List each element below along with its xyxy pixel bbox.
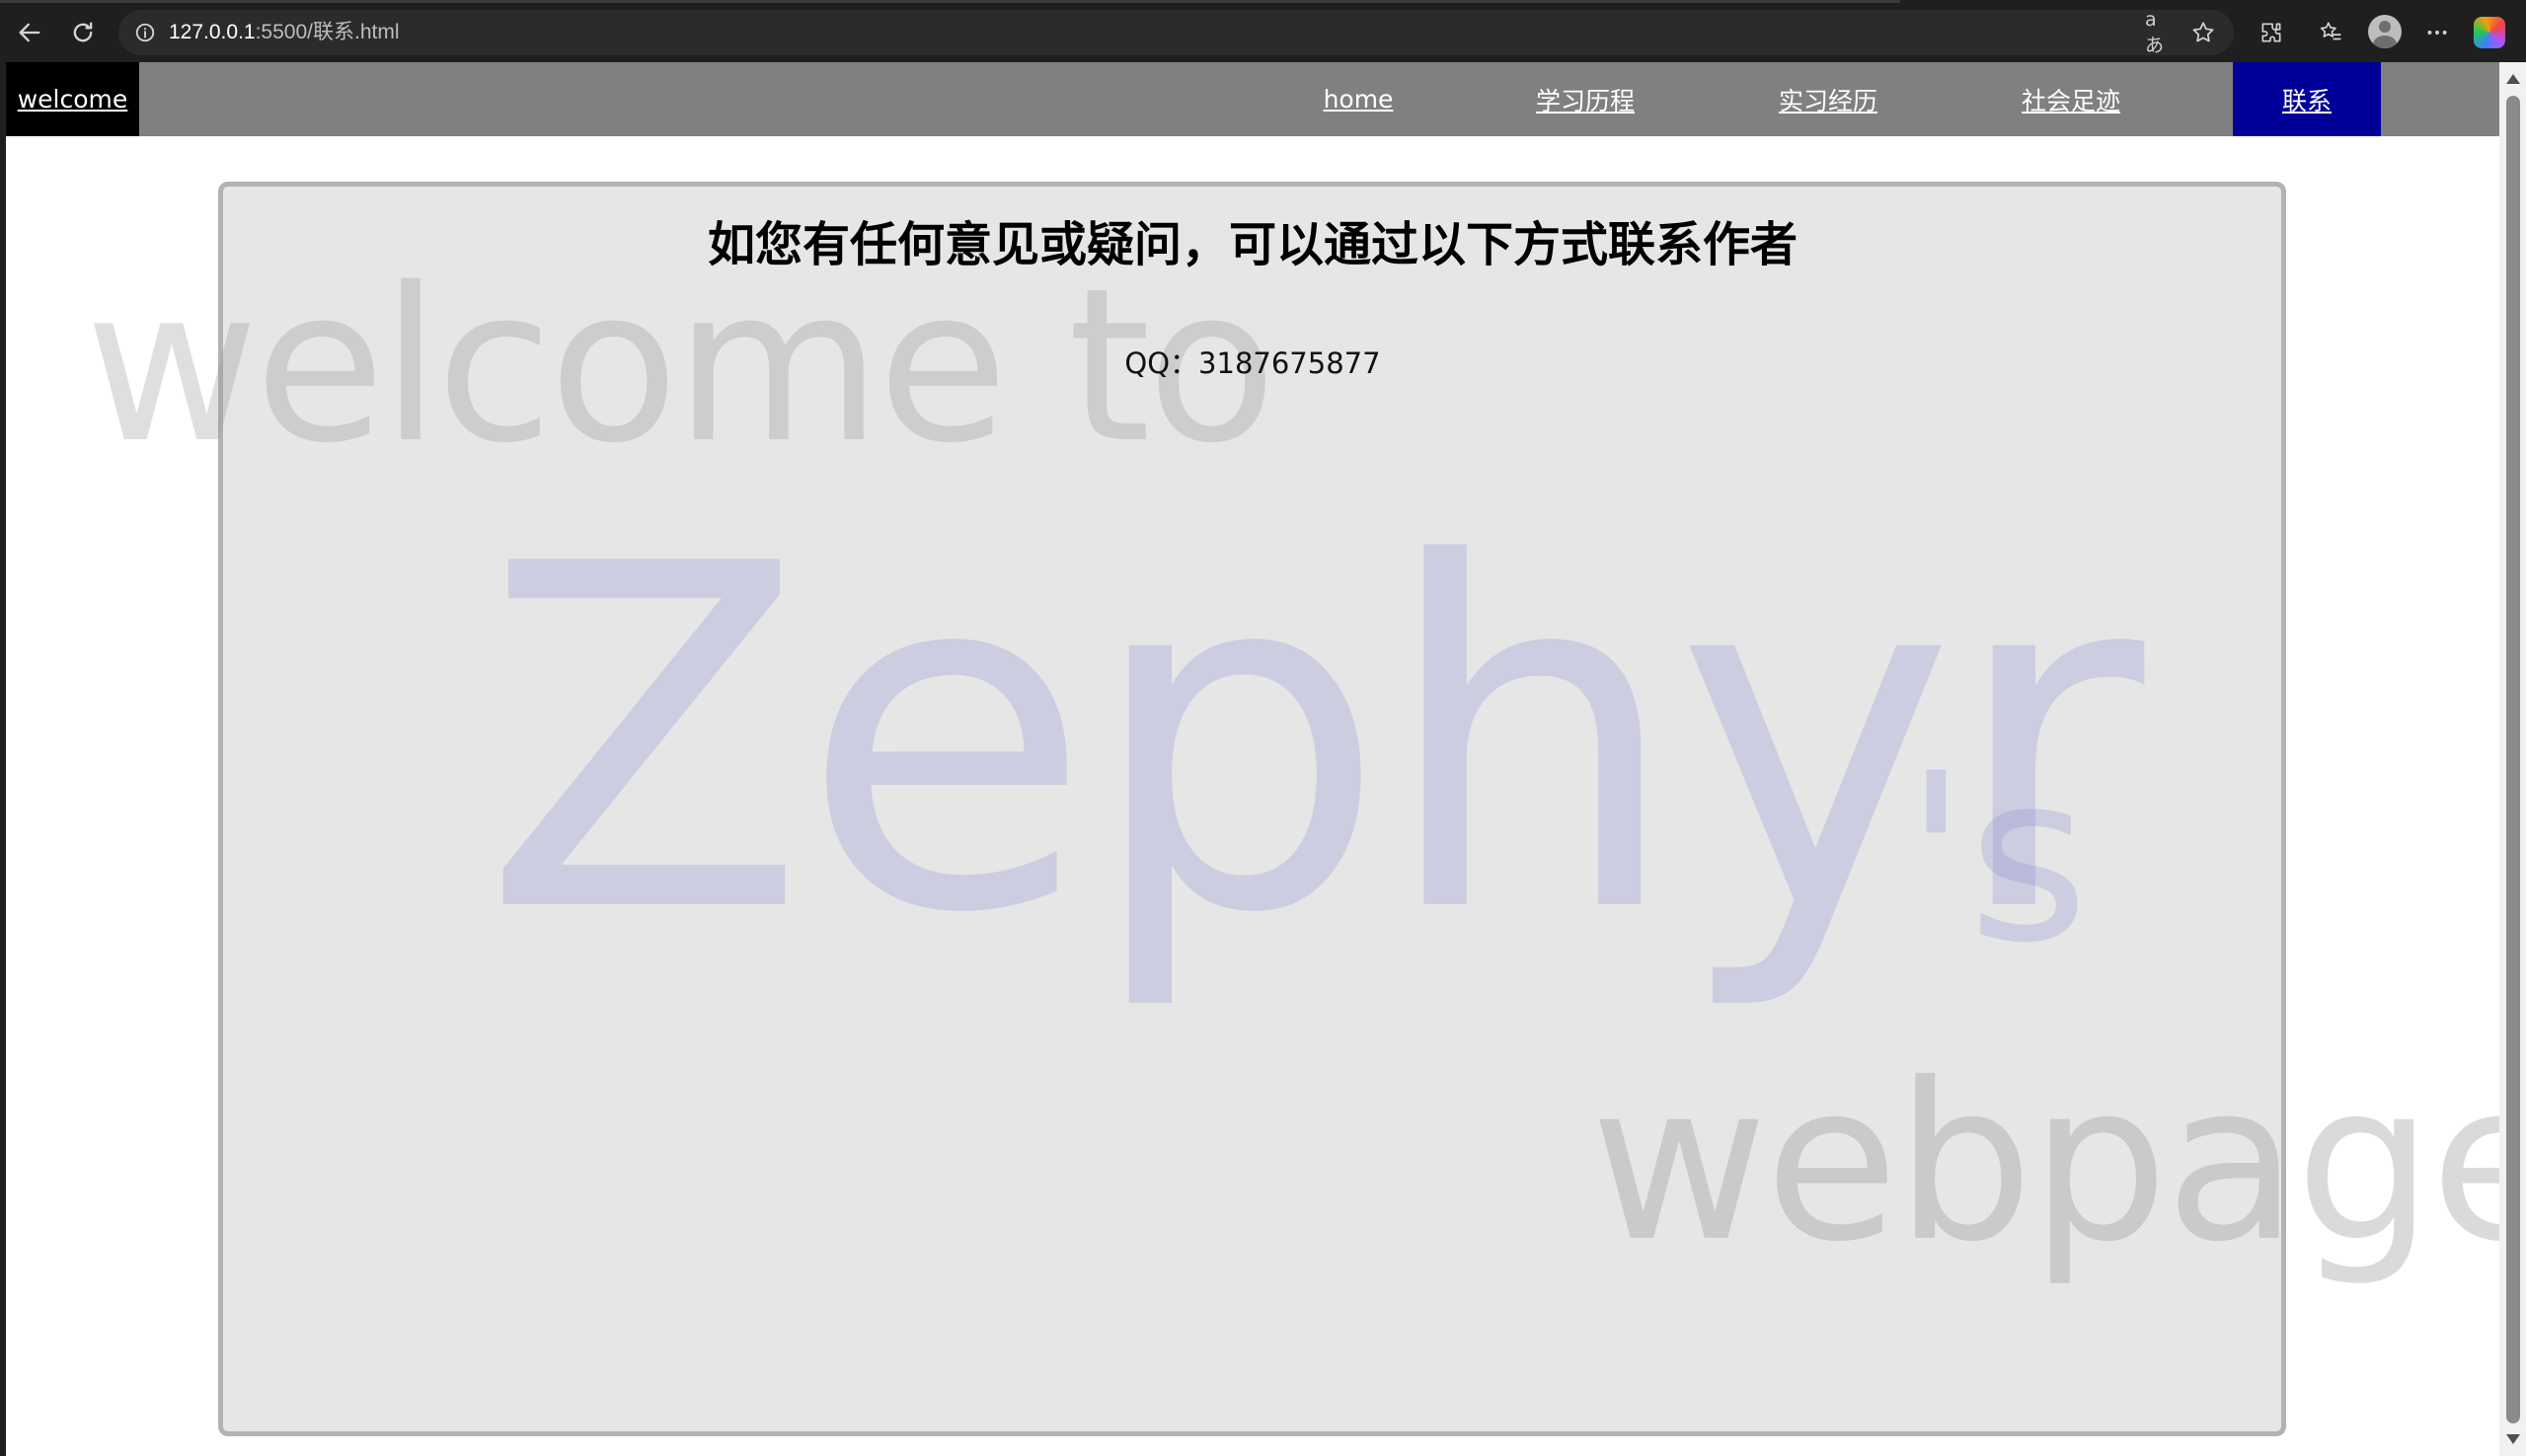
- address-bar[interactable]: 127.0.0.1:5500/联系.html aあ: [118, 9, 2234, 56]
- nav-brand: welcome: [6, 62, 139, 136]
- url-text[interactable]: 127.0.0.1:5500/联系.html: [169, 20, 400, 45]
- nav-link-home[interactable]: home: [1324, 85, 1394, 114]
- reload-button[interactable]: [63, 13, 103, 52]
- page-scrollbar[interactable]: [2499, 62, 2526, 1456]
- top-navbar: welcome home 学习历程 实习经历 社会足迹 联系: [6, 62, 2499, 136]
- scroll-up-icon[interactable]: [2506, 74, 2520, 84]
- copilot-icon[interactable]: [2474, 17, 2505, 48]
- read-aloud-label: aあ: [2145, 8, 2165, 56]
- page-viewport: welcome home 学习历程 实习经历 社会足迹 联系 welcome t…: [6, 62, 2499, 1456]
- url-path: :5500/联系.html: [255, 21, 400, 43]
- nav-item-study: 学习历程: [1496, 62, 1674, 136]
- qq-number: QQ：3187675877: [1124, 346, 1381, 380]
- scroll-thumb[interactable]: [2506, 96, 2520, 1423]
- nav-link-social[interactable]: 社会足迹: [2022, 82, 2120, 117]
- site-info-icon[interactable]: [130, 18, 160, 47]
- nav-item-contact: 联系: [2233, 62, 2381, 136]
- favorite-star-icon[interactable]: [2188, 18, 2218, 47]
- profile-avatar[interactable]: [2368, 15, 2402, 48]
- reload-icon: [73, 22, 93, 42]
- nav-link-internship[interactable]: 实习经历: [1779, 82, 1877, 117]
- favorites-button[interactable]: [2311, 13, 2350, 52]
- nav-item-internship: 实习经历: [1739, 62, 1917, 136]
- nav-link-study[interactable]: 学习历程: [1536, 82, 1635, 117]
- extensions-button[interactable]: [2252, 13, 2291, 52]
- nav-brand-link[interactable]: welcome: [18, 85, 128, 114]
- browser-toolbar: 127.0.0.1:5500/联系.html aあ: [0, 0, 2526, 62]
- puzzle-icon: [2261, 23, 2281, 42]
- nav-item-social: 社会足迹: [1982, 62, 2160, 136]
- contact-heading: 如您有任何意见或疑问，可以通过以下方式联系作者: [707, 217, 1798, 272]
- back-button[interactable]: [10, 13, 49, 52]
- url-host: 127.0.0.1: [169, 21, 256, 43]
- read-aloud-icon[interactable]: aあ: [2145, 9, 2175, 56]
- nav-item-home: home: [1269, 62, 1447, 136]
- more-dots-icon: [2427, 31, 2447, 35]
- scroll-down-icon[interactable]: [2506, 1434, 2520, 1444]
- nav-link-contact[interactable]: 联系: [2282, 82, 2332, 117]
- more-menu-button[interactable]: [2417, 13, 2457, 52]
- favorites-list-icon: [2320, 22, 2341, 40]
- arrow-left-icon: [19, 23, 40, 42]
- tab-strip: [0, 0, 1900, 3]
